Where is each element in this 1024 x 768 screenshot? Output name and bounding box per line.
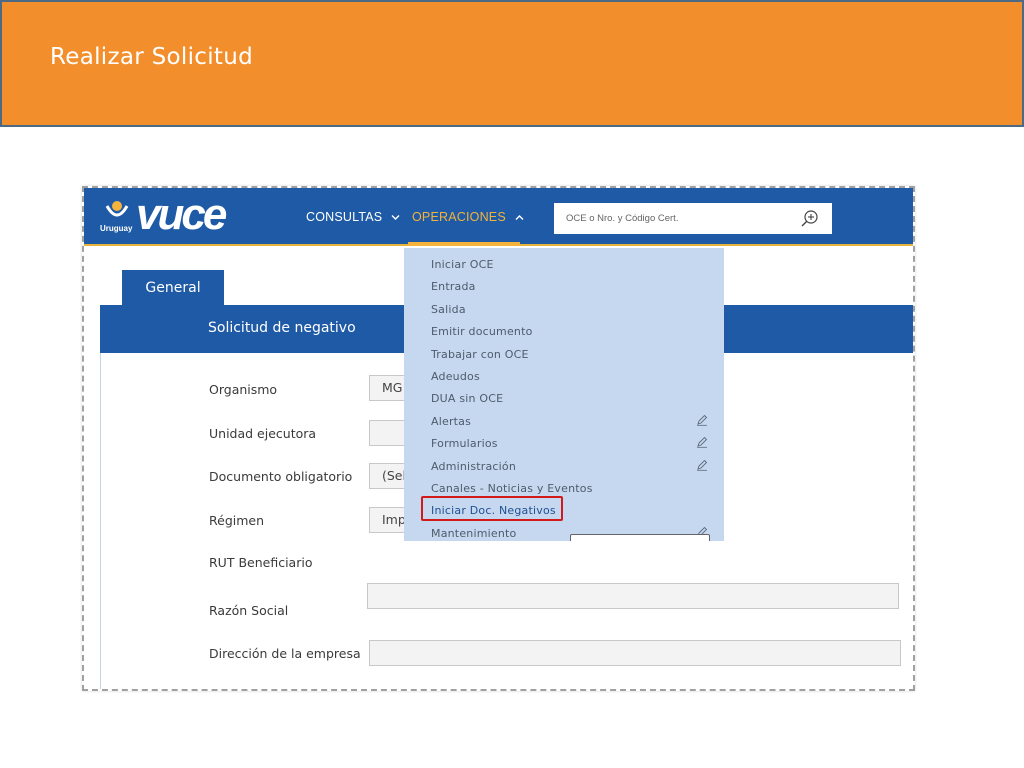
pencil-icon — [697, 414, 708, 426]
nav-operaciones-label: OPERACIONES — [412, 210, 506, 224]
menu-item-dua-sin-oce[interactable]: DUA sin OCE — [431, 392, 503, 405]
menu-item-alertas[interactable]: Alertas — [431, 415, 471, 428]
highlight-annotation-box — [421, 496, 563, 521]
organismo-label: Organismo — [209, 382, 278, 397]
nav-consultas-label: CONSULTAS — [306, 210, 383, 224]
vuce-logo[interactable]: Uruguay vuce — [98, 190, 248, 240]
chevron-down-icon — [391, 215, 400, 220]
menu-item-emitir-documento[interactable]: Emitir documento — [431, 325, 533, 338]
top-navbar: Uruguay vuce CONSULTAS OPERACIONES — [84, 188, 913, 246]
menu-item-trabajar-con-oce[interactable]: Trabajar con OCE — [431, 348, 529, 361]
active-nav-indicator — [408, 242, 520, 246]
documento-obligatorio-label: Documento obligatorio — [209, 469, 353, 484]
razon-social-label: Razón Social — [209, 603, 289, 618]
regimen-label: Régimen — [209, 513, 265, 528]
search-box — [554, 203, 832, 234]
tab-general[interactable]: General — [122, 270, 224, 306]
search-input[interactable] — [554, 203, 794, 234]
menu-item-canales-noticias-eventos[interactable]: Canales - Noticias y Eventos — [431, 482, 593, 495]
nav-operaciones[interactable]: OPERACIONES — [412, 210, 524, 224]
direccion-empresa-label: Dirección de la empresa — [209, 646, 361, 661]
menu-item-formularios[interactable]: Formularios — [431, 437, 498, 450]
menu-item-entrada[interactable]: Entrada — [431, 280, 476, 293]
chevron-up-icon — [515, 215, 524, 220]
rut-beneficiario-label: RUT Beneficiario — [209, 555, 313, 570]
pencil-icon — [697, 436, 708, 448]
tooltip-box — [570, 534, 710, 541]
menu-item-adeudos[interactable]: Adeudos — [431, 370, 480, 383]
pencil-icon — [697, 459, 708, 471]
direccion-empresa-field[interactable] — [369, 640, 901, 666]
app-screenshot: Uruguay vuce CONSULTAS OPERACIONES OCE o… — [82, 186, 915, 691]
logo-wordmark: vuce — [136, 190, 227, 239]
unidad-ejecutora-label: Unidad ejecutora — [209, 426, 317, 441]
menu-item-mantenimiento[interactable]: Mantenimiento — [431, 527, 516, 540]
razon-social-field[interactable] — [367, 583, 899, 609]
menu-item-iniciar-oce[interactable]: Iniciar OCE — [431, 258, 494, 271]
logo-country: Uruguay — [100, 224, 133, 233]
slide-title: Realizar Solicitud — [50, 44, 253, 70]
menu-item-salida[interactable]: Salida — [431, 303, 466, 316]
slide-header: Realizar Solicitud — [0, 0, 1024, 127]
menu-item-administracion[interactable]: Administración — [431, 460, 516, 473]
uruguay-emblem-icon — [105, 201, 129, 217]
operaciones-dropdown-menu: Iniciar OCE Entrada Salida Emitir docume… — [404, 248, 724, 541]
section-title: Solicitud de negativo — [208, 320, 356, 336]
nav-consultas[interactable]: CONSULTAS — [306, 210, 400, 224]
zoom-in-search-icon[interactable] — [800, 209, 820, 229]
